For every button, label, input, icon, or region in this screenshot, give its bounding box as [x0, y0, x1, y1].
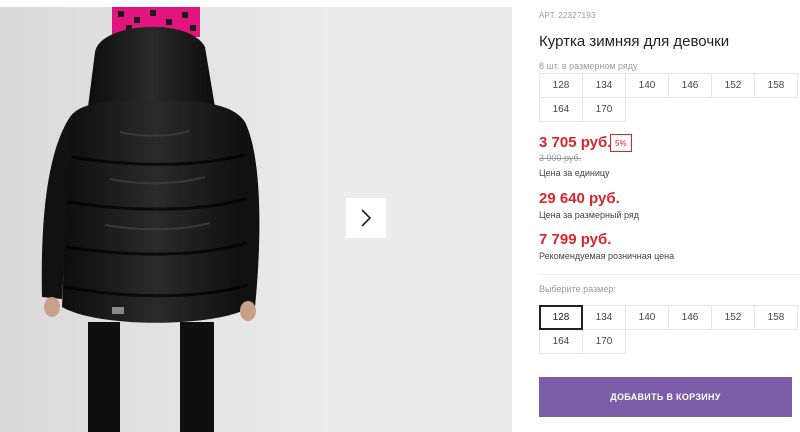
unit-price: 3 705 руб. [539, 134, 612, 151]
sku: АРТ. 22327193 [539, 11, 596, 20]
pack-size-cell: 128 [539, 73, 583, 98]
divider [539, 274, 800, 275]
pack-price: 29 640 руб. [539, 190, 620, 207]
add-to-cart-button[interactable]: ДОБАВИТЬ В КОРЗИНУ [539, 377, 792, 417]
size-option-134[interactable]: 134 [582, 305, 626, 330]
pack-size-cell: 164 [539, 97, 583, 122]
sku-value: 22327193 [558, 11, 596, 20]
discount-badge: 5% [610, 134, 632, 152]
rrp-price-caption: Рекомендуемая розничная цена [539, 251, 675, 261]
pack-size-label: 8 шт. в размерном ряду [539, 61, 638, 71]
size-option-146[interactable]: 146 [668, 305, 712, 330]
size-option-158[interactable]: 158 [754, 305, 798, 330]
product-photo[interactable] [0, 7, 322, 432]
pack-price-caption: Цена за размерный ряд [539, 210, 640, 220]
unit-price-caption: Цена за единицу [539, 168, 610, 178]
pack-size-cell: 158 [754, 73, 798, 98]
pack-size-cell: 134 [582, 73, 626, 98]
size-option-152[interactable]: 152 [711, 305, 755, 330]
pack-size-grid: 128 134 140 146 152 158 164 170 [539, 73, 798, 122]
size-option-140[interactable]: 140 [625, 305, 669, 330]
product-title: Куртка зимняя для девочки [539, 33, 730, 50]
product-gallery [0, 0, 512, 432]
size-option-128[interactable]: 128 [539, 305, 583, 330]
product-panel: АРТ. 22327193 Куртка зимняя для девочки 8… [539, 0, 800, 432]
size-select-grid: 128 134 140 146 152 158 164 170 [539, 305, 798, 354]
pack-size-cell: 170 [582, 97, 626, 122]
size-select-label: Выберите размер: [539, 284, 616, 294]
size-option-170[interactable]: 170 [582, 329, 626, 354]
size-option-164[interactable]: 164 [539, 329, 583, 354]
pack-size-cell: 152 [711, 73, 755, 98]
gallery-next-button[interactable] [346, 198, 386, 238]
chevron-right-icon [361, 209, 372, 227]
sku-label: АРТ. [539, 11, 557, 20]
jacket-photo-illustration [0, 7, 322, 432]
pack-size-cell: 146 [668, 73, 712, 98]
rrp-price: 7 799 руб. [539, 231, 612, 248]
pack-size-cell: 140 [625, 73, 669, 98]
old-price: 3 900 руб. [539, 153, 582, 163]
